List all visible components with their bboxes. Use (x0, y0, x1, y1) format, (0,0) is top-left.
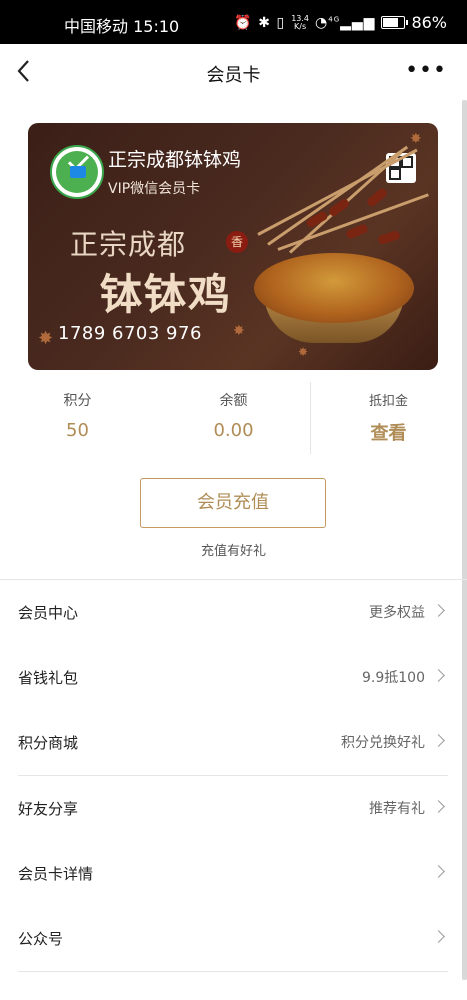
stats-divider (310, 382, 311, 454)
wifi-signal-icons: ◔4G▂▄▆ (315, 15, 375, 31)
menu-item-member-center[interactable]: 会员中心 更多权益 (0, 580, 467, 645)
star-anise-decoration: ✸ (410, 131, 422, 147)
stat-deduction-label: 抵扣金 (368, 394, 408, 409)
alarm-bluetooth-vibrate-icons: ⏰ ✱ ▯ (234, 14, 286, 31)
card-headline-line1: 正宗成都 (70, 228, 187, 261)
menu-item-points-mall[interactable]: 积分商城 积分兑换好礼 (0, 710, 467, 775)
battery-fill (383, 18, 399, 27)
stat-points-label: 积分 (63, 393, 92, 409)
stat-balance-value: 0.00 (213, 420, 254, 441)
signal-icon: ▂▄▆ (340, 14, 376, 31)
skewer-decoration (257, 148, 418, 236)
stat-balance-label: 余额 (219, 393, 248, 409)
chevron-right-icon (432, 800, 445, 813)
member-stats: 积分 50 余额 0.00 抵扣金 查看 (0, 378, 467, 458)
menu-item-label: 会员中心 (18, 604, 79, 622)
meat-decoration (365, 186, 389, 209)
more-options-icon[interactable]: ••• (405, 60, 447, 82)
chevron-right-icon (432, 734, 445, 747)
logo-inner (56, 149, 98, 193)
chevron-right-icon (432, 930, 445, 943)
network-speed: 13.4 K/s (291, 14, 309, 31)
meat-decoration (377, 229, 401, 246)
wifi-icon: ◔ (315, 14, 329, 31)
menu-item-friend-share[interactable]: 好友分享 推荐有礼 (0, 776, 467, 841)
chevron-right-icon (432, 604, 445, 617)
menu-item-official-account[interactable]: 公众号 (0, 906, 467, 971)
skewer-decoration (267, 145, 409, 246)
network-speed-unit: K/s (294, 21, 307, 31)
recharge-tip: 充值有好礼 (200, 544, 266, 559)
menu-item-card-details[interactable]: 会员卡详情 (0, 841, 467, 906)
qr-corner (389, 168, 401, 180)
row-divider (18, 971, 448, 972)
menu-item-label: 会员卡详情 (18, 865, 94, 883)
recharge-button[interactable]: 会员充值 (140, 478, 326, 528)
stat-deduction[interactable]: 抵扣金 查看 (311, 378, 466, 445)
bowl-decoration (254, 253, 414, 323)
meat-decoration (345, 223, 369, 240)
card-headline-line2: 钵钵鸡 (100, 270, 233, 319)
status-left: 中国移动 15:10 (64, 13, 179, 37)
star-anise-decoration: ✸ (298, 345, 309, 359)
cup-icon (70, 166, 86, 178)
brand-name: 正宗成都钵钵鸡 (108, 149, 242, 171)
status-right: ⏰ ✱ ▯ 13.4 K/s ◔4G▂▄▆ 86% (234, 13, 447, 32)
menu-item-extra: 9.9抵100 (362, 670, 425, 686)
menu-item-label: 省钱礼包 (18, 669, 79, 687)
menu-item-extra: 积分兑换好礼 (341, 735, 425, 751)
menu-item-label: 积分商城 (18, 734, 79, 752)
status-bar: 中国移动 15:10 ⏰ ✱ ▯ 13.4 K/s ◔4G▂▄▆ 86% (0, 0, 467, 44)
brand-logo (50, 145, 104, 199)
star-anise-decoration: ✸ (38, 328, 54, 349)
card-number: 1789 6703 976 (58, 323, 202, 344)
menu-item-extra: 推荐有礼 (369, 801, 425, 817)
star-anise-decoration: ✸ (233, 323, 245, 339)
chevron-right-icon (432, 865, 445, 878)
chevron-right-icon (432, 669, 445, 682)
nav-bar: 会员卡 ••• (0, 44, 467, 102)
menu-item-extra: 更多权益 (369, 605, 425, 621)
network-badge: 4G (328, 14, 341, 23)
menu-item-label: 好友分享 (18, 800, 79, 818)
battery-percent: 86% (411, 13, 447, 32)
page-title: 会员卡 (206, 65, 261, 86)
member-card[interactable]: 正宗成都钵钵鸡 VIP微信会员卡 ✸ ✸ ✸ ✸ 正宗成都 香 钵钵鸡 1789… (28, 123, 438, 370)
menu-item-label: 公众号 (18, 930, 64, 948)
stat-balance[interactable]: 余额 0.00 (156, 378, 311, 441)
stat-deduction-value: 查看 (370, 423, 407, 444)
stat-points-value: 50 (66, 420, 89, 441)
card-type-label: VIP微信会员卡 (108, 181, 201, 197)
battery-icon (381, 16, 409, 29)
clock: 15:10 (133, 17, 180, 36)
menu-item-savings-pack[interactable]: 省钱礼包 9.9抵100 (0, 645, 467, 710)
stat-points[interactable]: 积分 50 (0, 378, 155, 441)
seal-stamp: 香 (226, 231, 248, 253)
carrier-name: 中国移动 (64, 17, 129, 36)
